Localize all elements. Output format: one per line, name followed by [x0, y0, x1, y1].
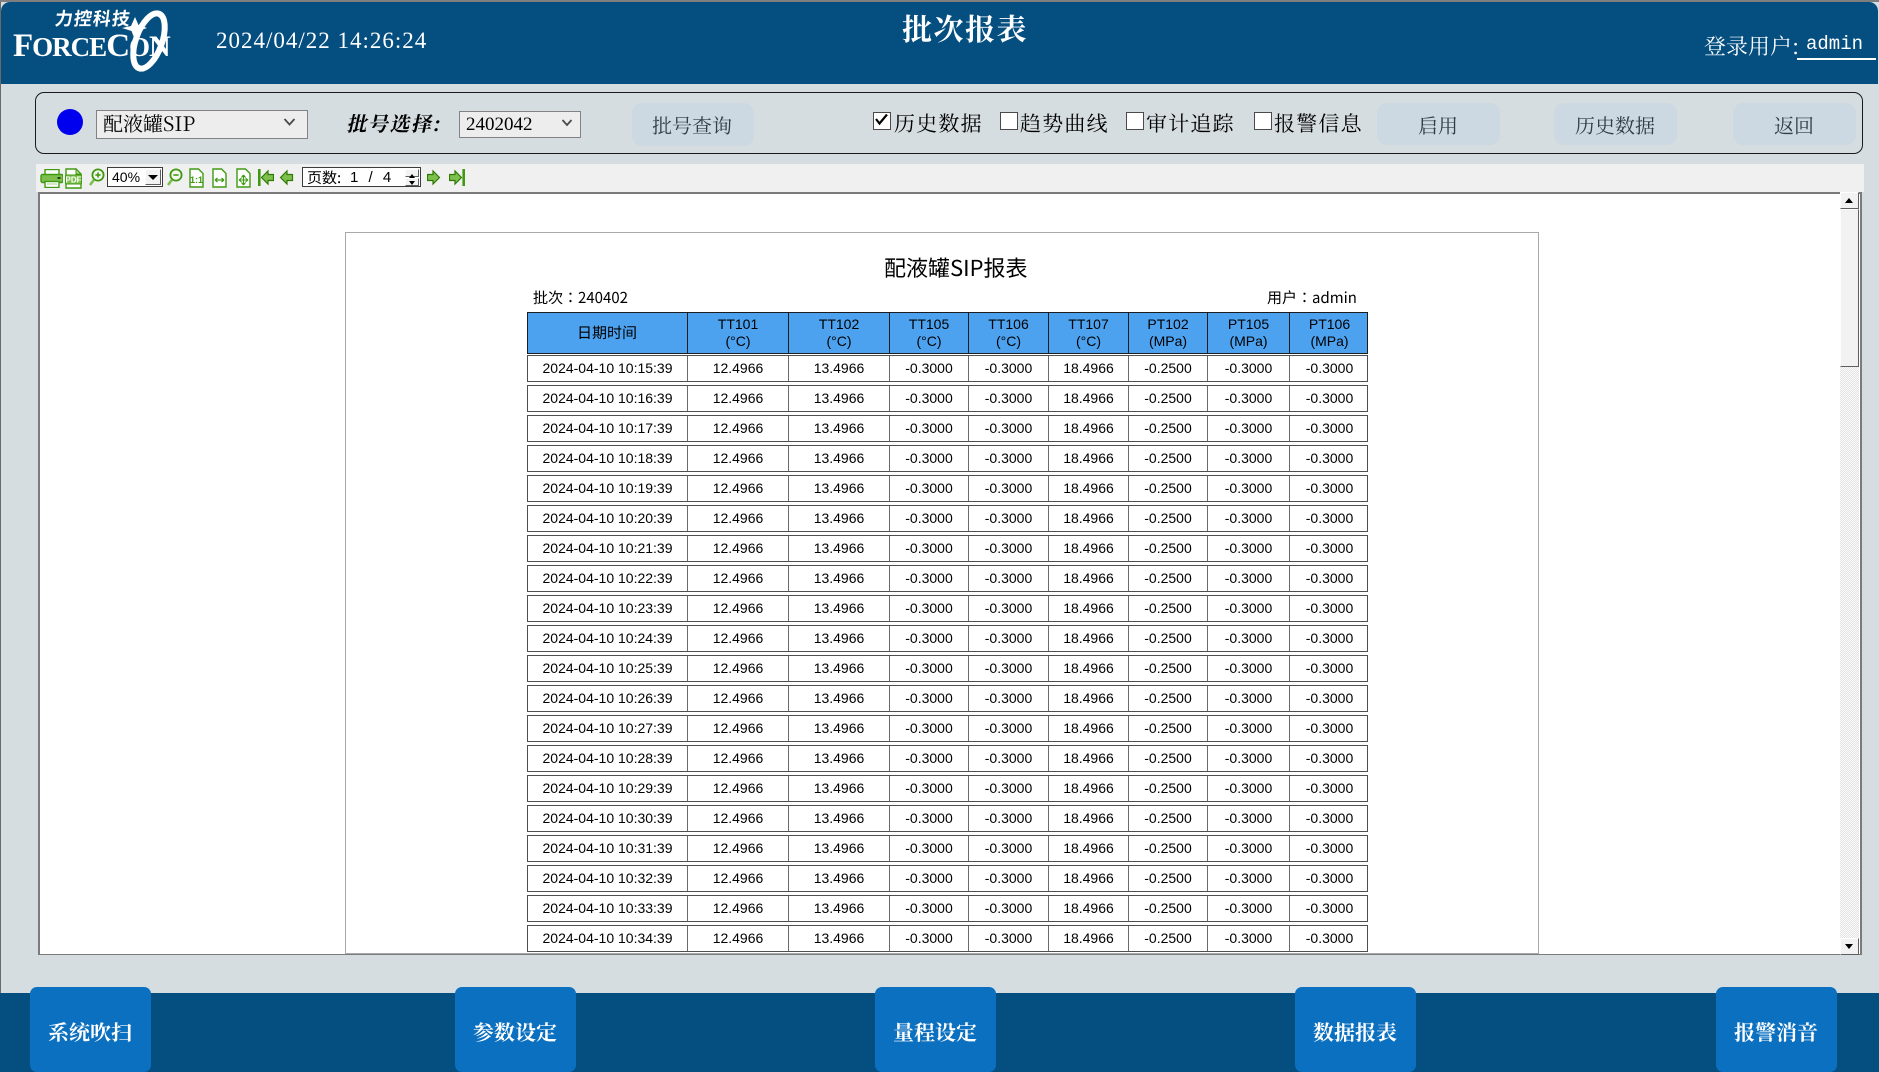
svg-text:PDF: PDF	[66, 176, 82, 185]
svg-text:1:1: 1:1	[190, 175, 203, 185]
